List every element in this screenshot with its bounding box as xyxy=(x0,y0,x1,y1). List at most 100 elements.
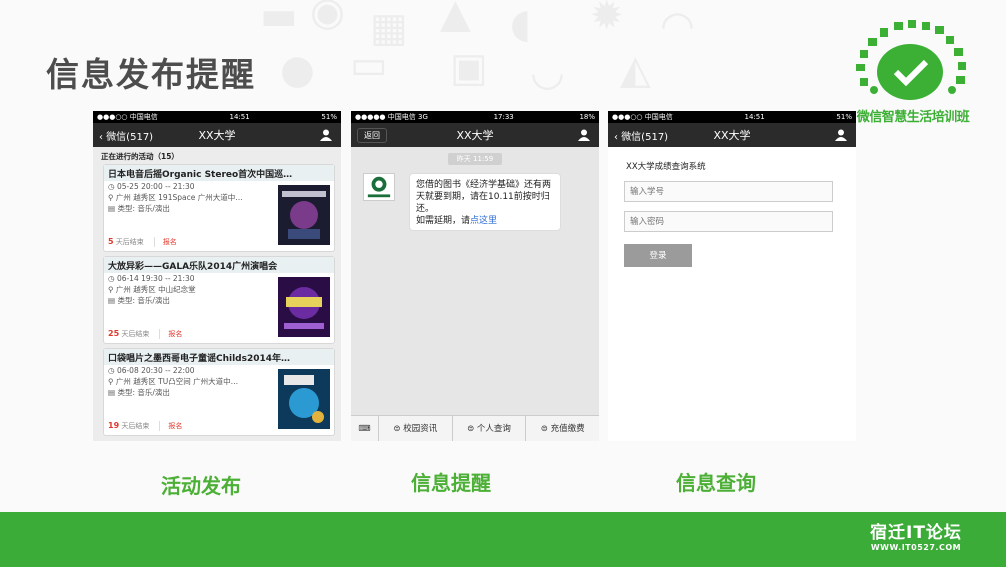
days-label: 天后结束 xyxy=(121,330,150,338)
activity-card[interactable]: 大放异彩——GALA乐队2014广州演唱会 ◷ 06-14 19:30 -- 2… xyxy=(103,256,335,344)
user-icon[interactable] xyxy=(834,128,848,142)
footer-logo: 宿迁IT论坛 WWW.IT0527.COM xyxy=(870,518,962,552)
query-form: XX大学成绩查询系统 登录 xyxy=(608,147,856,441)
carrier: ●●●○○ 中国电信 xyxy=(612,113,673,121)
phone-query: ●●●○○ 中国电信 14:51 51% ‹ 微信(517) XX大学 XX大学… xyxy=(608,111,856,441)
card-type: ▤ 类型: 音乐/演出 xyxy=(108,296,170,305)
status-bar: ●●●○○ 中国电信 14:51 51% xyxy=(608,111,856,123)
battery: 18% xyxy=(579,113,595,121)
nav-bar: ‹ 微信(517) XX大学 xyxy=(93,123,341,147)
menu-label: 充值缴费 xyxy=(550,423,585,434)
card-time: ◷ 06-08 20:30 -- 22:00 xyxy=(108,366,195,375)
footer-logo-url: WWW.IT0527.COM xyxy=(870,543,962,552)
user-icon[interactable] xyxy=(577,128,591,142)
phone-activity: ●●●○○ 中国电信 14:51 51% ‹ 微信(517) XX大学 正在进行… xyxy=(93,111,341,441)
basketball-icon: ● xyxy=(280,47,315,93)
lock-icon: ▲ xyxy=(440,0,471,37)
menu-item-campus-news[interactable]: ⊜ 校园资讯 xyxy=(379,415,453,441)
nav-title: XX大学 xyxy=(456,129,494,142)
menu-bar: ⌨ ⊜ 校园资讯 ⊜ 个人查询 ⊜ 充值缴费 xyxy=(351,415,599,441)
signup-button[interactable]: 报名 xyxy=(159,329,182,339)
card-title: 口袋唱片之墨西哥电子童谣Childs2014年… xyxy=(104,349,334,365)
card-place-text: 广州 越秀区 中山纪念堂 xyxy=(115,285,196,294)
card-time: ◷ 06-14 19:30 -- 21:30 xyxy=(108,274,195,283)
coffee-icon: ◡ xyxy=(530,49,565,95)
card-place: ⚲ 广州 越秀区 191Space 广州大道中… xyxy=(108,193,243,202)
card-type: ▤ 类型: 音乐/演出 xyxy=(108,204,170,213)
back-label: 微信(517) xyxy=(621,131,669,143)
back-label: 微信(517) xyxy=(106,131,154,143)
carrier: ●●●○○ 中国电信 xyxy=(97,113,158,121)
activity-card[interactable]: 口袋唱片之墨西哥电子童谣Childs2014年… ◷ 06-08 20:30 -… xyxy=(103,348,335,436)
lamp-icon: ◭ xyxy=(620,47,651,93)
extend-link[interactable]: 点这里 xyxy=(470,216,497,226)
card-place-text: 广州 越秀区 TU凸空间 广州大道中… xyxy=(115,377,239,386)
card-type: ▤ 类型: 音乐/演出 xyxy=(108,388,170,397)
login-button[interactable]: 登录 xyxy=(624,244,692,267)
back-button[interactable]: 返回 xyxy=(357,127,387,143)
speaker-icon: ◉ xyxy=(310,0,345,35)
caption-activity: 活动发布 xyxy=(161,474,241,498)
card-type-text: 类型: 音乐/演出 xyxy=(117,204,170,213)
carrier: ●●●●● 中国电信 3G xyxy=(355,113,428,121)
back-button[interactable]: ‹ 微信(517) xyxy=(99,128,153,143)
card-time-text: 06-14 19:30 -- 21:30 xyxy=(116,274,195,283)
back-button[interactable]: ‹ 微信(517) xyxy=(614,128,668,143)
message-time: 昨天 11:59 xyxy=(448,153,502,165)
background-icons: ▬ ◉ ▦ ▲ ◖ ✹ ◠ ● ▭ ▣ ◡ ◭ xyxy=(250,0,730,110)
signup-button[interactable]: 报名 xyxy=(159,421,182,431)
card-place: ⚲ 广州 越秀区 TU凸空间 广州大道中… xyxy=(108,377,239,386)
phone-reminder: ●●●●● 中国电信 3G 17:33 18% 返回 XX大学 昨天 11:59… xyxy=(351,111,599,441)
message-text: 您借的图书《经济学基础》还有两天就要到期，请在10.11前按时归还。 xyxy=(416,180,552,214)
message-bubble: 您借的图书《经济学基础》还有两天就要到期，请在10.11前按时归还。 如需延期，… xyxy=(409,173,561,231)
days-count: 19 xyxy=(108,421,120,430)
event-poster-image xyxy=(278,185,330,245)
password-input[interactable] xyxy=(624,211,833,232)
keyboard-icon[interactable]: ⌨ xyxy=(351,415,379,441)
footer-bar xyxy=(0,512,1006,567)
event-poster-image xyxy=(278,277,330,337)
card-place-text: 广州 越秀区 191Space 广州大道中… xyxy=(115,193,243,202)
caption-query: 信息查询 xyxy=(676,471,756,495)
menu-item-personal-query[interactable]: ⊜ 个人查询 xyxy=(453,415,527,441)
clock: 17:33 xyxy=(493,113,514,121)
nav-bar: ‹ 微信(517) XX大学 xyxy=(608,123,856,147)
card-meta: 19 天后结束 报名 xyxy=(108,421,182,431)
car-icon: ▬ xyxy=(260,0,298,39)
days-label: 天后结束 xyxy=(115,238,144,246)
message-text-2: 如需延期，请 xyxy=(416,216,471,226)
card-time-text: 06-08 20:30 -- 22:00 xyxy=(116,366,195,375)
days-label: 天后结束 xyxy=(121,422,150,430)
library-avatar[interactable] xyxy=(363,173,395,201)
menu-label: 个人查询 xyxy=(476,423,511,434)
card-time: ◷ 05-25 20:00 -- 21:30 xyxy=(108,182,195,191)
status-bar: ●●●●● 中国电信 3G 17:33 18% xyxy=(351,111,599,123)
cup-icon: ◖ xyxy=(510,1,532,47)
days-count: 25 xyxy=(108,329,120,338)
headphone-icon: ◠ xyxy=(660,3,695,49)
card-title: 日本电音后摇Organic Stereo首次中国巡… xyxy=(104,165,334,181)
menu-item-recharge[interactable]: ⊜ 充值缴费 xyxy=(526,416,599,442)
card-meta: 25 天后结束 报名 xyxy=(108,329,182,339)
battery: 51% xyxy=(836,113,852,121)
caption-reminder: 信息提醒 xyxy=(411,471,491,495)
bag-icon: ▣ xyxy=(450,45,488,91)
event-poster-image xyxy=(278,369,330,429)
clock: 14:51 xyxy=(229,113,250,121)
footer-logo-name: 宿迁IT论坛 xyxy=(870,523,962,543)
slide: ▬ ◉ ▦ ▲ ◖ ✹ ◠ ● ▭ ▣ ◡ ◭ 信息发布提醒 微信智慧生活培训班 xyxy=(0,0,1006,567)
clock: 14:51 xyxy=(744,113,765,121)
menu-label: 校园资讯 xyxy=(403,423,438,434)
form-title: XX大学成绩查询系统 xyxy=(626,162,706,172)
user-icon[interactable] xyxy=(319,128,333,142)
signup-button[interactable]: 报名 xyxy=(153,237,177,247)
nav-bar: 返回 XX大学 xyxy=(351,123,599,147)
card-type-text: 类型: 音乐/演出 xyxy=(117,388,170,397)
activity-card[interactable]: 日本电音后摇Organic Stereo首次中国巡… ◷ 05-25 20:00… xyxy=(103,164,335,252)
bus-icon: ▭ xyxy=(350,42,388,88)
student-id-input[interactable] xyxy=(624,181,833,202)
card-type-text: 类型: 音乐/演出 xyxy=(117,296,170,305)
card-meta: 5 天后结束 报名 xyxy=(108,237,177,247)
days-count: 5 xyxy=(108,237,114,246)
status-bar: ●●●○○ 中国电信 14:51 51% xyxy=(93,111,341,123)
